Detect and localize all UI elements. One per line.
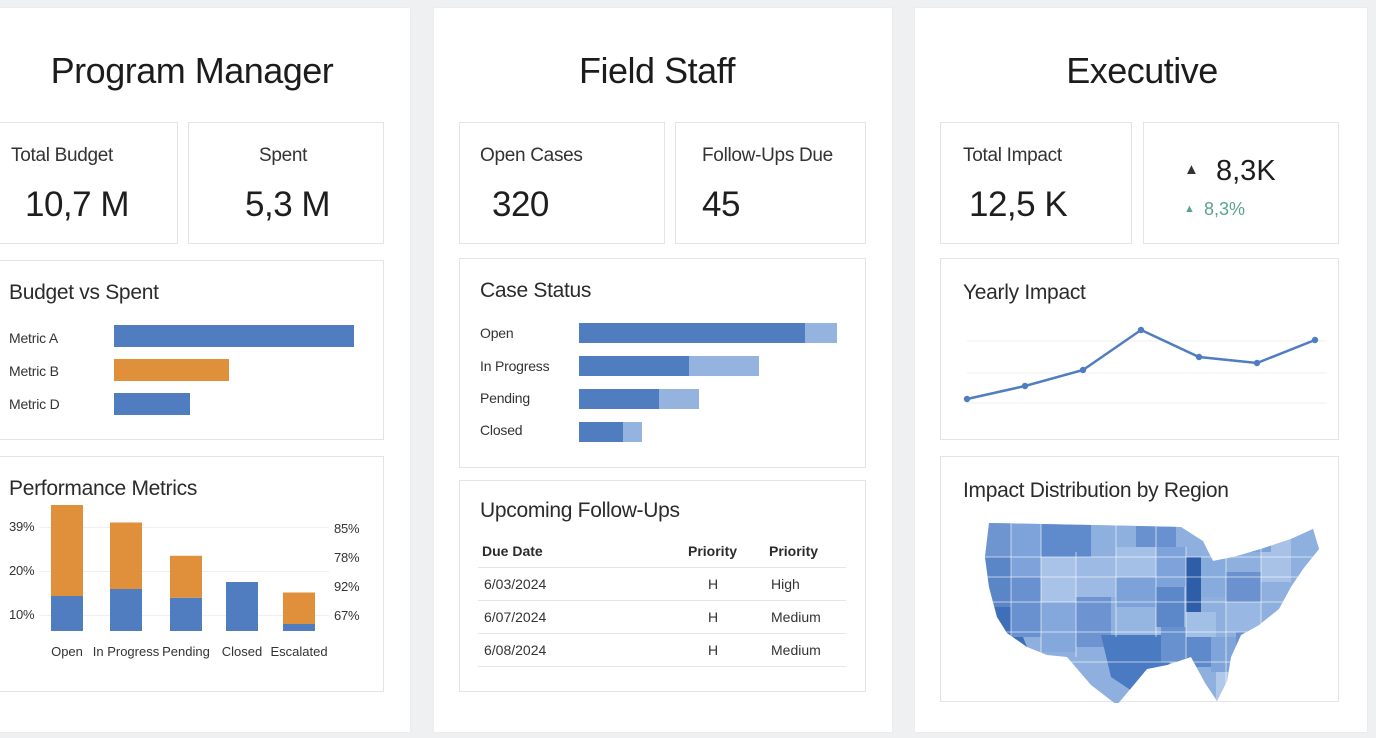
kpi-value: 12,5 K [969, 185, 1068, 224]
cell-priority: H [708, 609, 719, 625]
performance-chart: Open In Progress Pending Closed Escalated [51, 505, 328, 659]
x-tick-label: Pending [162, 644, 210, 659]
yearly-impact-chart [963, 326, 1327, 404]
kpi-value: 320 [492, 185, 549, 224]
impact-point[interactable] [1079, 366, 1087, 374]
table-row[interactable]: 6/03/2024 H High [478, 568, 846, 601]
impact-point[interactable] [1137, 326, 1145, 334]
cell-priority-level: Medium [771, 609, 821, 625]
bar-in-progress-secondary[interactable] [689, 356, 759, 376]
cell-priority: H [708, 642, 719, 658]
cell-due-date: 6/07/2024 [484, 609, 547, 625]
up-arrow-icon: ▲ [1184, 161, 1199, 178]
perf-bar-top[interactable] [51, 505, 83, 596]
bar-label: Closed [480, 422, 523, 438]
field-staff-title: Field Staff [579, 50, 735, 91]
kpi-label: Spent [259, 145, 308, 166]
bar-metric-b[interactable] [114, 359, 229, 381]
yearly-impact-card[interactable]: Yearly Impact [940, 258, 1339, 440]
bar-label: Open [480, 325, 514, 341]
column-header-priority-level[interactable]: Priority [769, 543, 818, 559]
impact-map-card[interactable]: Impact Distribution by Region [940, 456, 1340, 703]
bar-pending[interactable] [579, 389, 659, 409]
perf-bar-top[interactable] [170, 555, 202, 598]
column-header-due-date[interactable]: Due Date [482, 543, 543, 559]
impact-point[interactable] [963, 395, 971, 403]
executive-title: Executive [1066, 50, 1218, 91]
impact-line [966, 328, 1316, 401]
kpi-value: 5,3 M [245, 185, 331, 224]
table-row[interactable]: 6/08/2024 H Medium [478, 634, 846, 667]
kpi-label: Follow-Ups Due [702, 145, 833, 166]
table-header: Due Date Priority Priority [478, 535, 846, 568]
executive-panel: Executive Total Impact 12,5 K ▲ 8,3K ▲ 8… [915, 8, 1367, 732]
total-impact-card[interactable]: Total Impact 12,5 K [940, 122, 1132, 244]
cell-due-date: 6/03/2024 [484, 576, 547, 592]
program-manager-panel: Program Manager Total Budget 10,7 M Spen… [0, 8, 410, 732]
bar-open[interactable] [579, 323, 805, 343]
bar-open-secondary[interactable] [805, 323, 837, 343]
kpi-value: 45 [702, 185, 740, 224]
card-title: Upcoming Follow-Ups [480, 499, 680, 522]
budget-vs-spent-card[interactable]: Budget vs Spent Metric A Metric B Metric… [0, 260, 384, 440]
perf-bar-top[interactable] [110, 522, 142, 590]
card-title: Budget vs Spent [9, 281, 159, 304]
column-header-priority[interactable]: Priority [688, 543, 737, 559]
delta-value: 8,3K [1216, 155, 1276, 187]
field-staff-panel: Field Staff Open Cases 320 Follow-Ups Du… [434, 8, 892, 732]
kpi-label: Open Cases [480, 145, 583, 166]
total-budget-card[interactable]: Total Budget 10,7 M [0, 122, 178, 244]
impact-point[interactable] [1311, 336, 1319, 344]
bar-label: In Progress [480, 358, 550, 374]
impact-point[interactable] [1253, 359, 1261, 367]
kpi-label: Total Budget [11, 145, 114, 166]
perf-bar-base[interactable] [226, 582, 258, 631]
bar-pending-secondary[interactable] [659, 389, 699, 409]
impact-delta-card[interactable]: ▲ 8,3K ▲ 8,3% [1143, 122, 1339, 244]
follow-ups-due-card[interactable]: Follow-Ups Due 45 [675, 122, 866, 244]
perf-bar-base[interactable] [170, 597, 202, 631]
impact-point[interactable] [1021, 382, 1029, 390]
bar-label: Metric B [9, 363, 59, 379]
card-title: Case Status [480, 279, 592, 302]
bar-closed[interactable] [579, 422, 623, 442]
x-tick-label: Closed [222, 644, 262, 659]
kpi-value: 10,7 M [25, 185, 130, 224]
impact-point[interactable] [1195, 353, 1203, 361]
us-map[interactable] [941, 457, 1340, 703]
bar-closed-secondary[interactable] [623, 422, 642, 442]
cell-priority-level: Medium [771, 642, 821, 658]
x-tick-label: Escalated [270, 644, 327, 659]
bar-label: Pending [480, 390, 530, 406]
bar-metric-d[interactable] [114, 393, 190, 415]
open-cases-card[interactable]: Open Cases 320 [459, 122, 665, 244]
performance-metrics-card[interactable]: Performance Metrics 39% 20% 10% 85% 78% … [0, 456, 384, 692]
bar-metric-a[interactable] [114, 325, 354, 347]
program-manager-title: Program Manager [50, 50, 334, 91]
delta-percent: 8,3% [1204, 199, 1246, 219]
x-tick-label: Open [51, 644, 83, 659]
bar-in-progress[interactable] [579, 356, 689, 376]
case-status-card[interactable]: Case Status Open In Progress Pending Clo… [459, 258, 866, 468]
up-arrow-small-icon: ▲ [1184, 203, 1195, 215]
kpi-label: Total Impact [963, 145, 1062, 166]
map-regions [985, 523, 1319, 703]
perf-bar-top[interactable] [283, 592, 315, 625]
bar-label: Metric D [9, 396, 60, 412]
cell-priority-level: High [771, 576, 800, 592]
upcoming-follow-ups-card[interactable]: Upcoming Follow-Ups Due Date Priority Pr… [459, 480, 866, 692]
spent-card[interactable]: Spent 5,3 M [188, 122, 384, 244]
bar-label: Metric A [9, 330, 58, 346]
perf-bar-base[interactable] [283, 624, 315, 631]
cell-due-date: 6/08/2024 [484, 642, 547, 658]
perf-bar-base[interactable] [110, 589, 142, 631]
x-tick-label: In Progress [93, 644, 160, 659]
cell-priority: H [708, 576, 719, 592]
perf-bar-base[interactable] [51, 596, 83, 631]
table-row[interactable]: 6/07/2024 H Medium [478, 601, 846, 634]
